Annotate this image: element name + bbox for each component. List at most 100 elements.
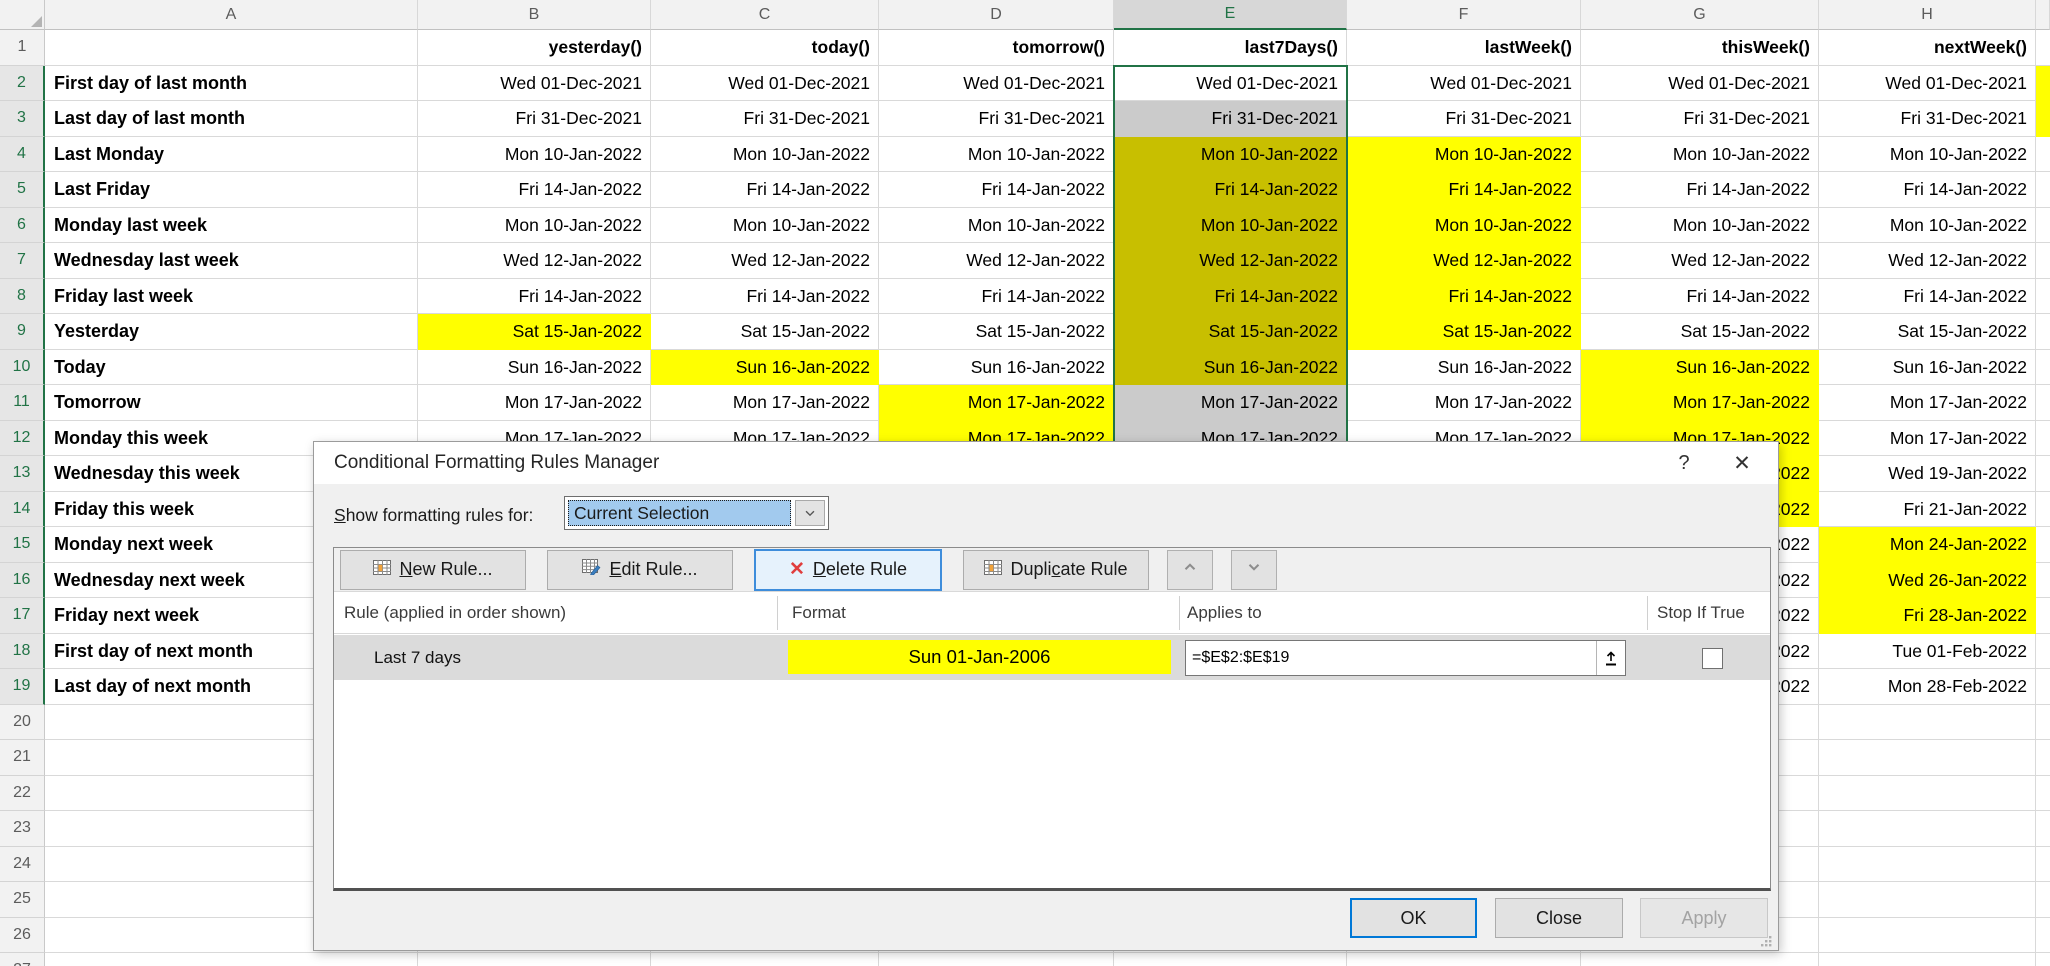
cell-G4[interactable]: Mon 10-Jan-2022 [1581,137,1819,173]
row-header-8[interactable]: 8 [0,279,45,315]
row-header-12[interactable]: 12 [0,421,45,457]
cell-D11[interactable]: Mon 17-Jan-2022 [879,385,1114,421]
cell-H1[interactable]: nextWeek() [1819,30,2036,66]
cell-D5[interactable]: Fri 14-Jan-2022 [879,172,1114,208]
column-header-I[interactable] [2036,0,2050,30]
row-header-22[interactable]: 22 [0,776,45,812]
delete-rule-button[interactable]: ✕ Delete Rule [754,549,942,591]
cell-H14[interactable]: Fri 21-Jan-2022 [1819,492,2036,528]
row-header-16[interactable]: 16 [0,563,45,599]
cell-B7[interactable]: Wed 12-Jan-2022 [418,243,651,279]
cell-B4[interactable]: Mon 10-Jan-2022 [418,137,651,173]
cell-A3[interactable]: Last day of last month [45,101,418,137]
cell-G2[interactable]: Wed 01-Dec-2021 [1581,66,1819,102]
cell-E6[interactable]: Mon 10-Jan-2022 [1114,208,1347,244]
row-header-26[interactable]: 26 [0,918,45,954]
cell-C5[interactable]: Fri 14-Jan-2022 [651,172,879,208]
row-header-19[interactable]: 19 [0,669,45,705]
row-header-21[interactable]: 21 [0,740,45,776]
close-icon[interactable]: ✕ [1720,442,1764,484]
cell-H6[interactable]: Mon 10-Jan-2022 [1819,208,2036,244]
cell-F9[interactable]: Sat 15-Jan-2022 [1347,314,1581,350]
cell-B10[interactable]: Sun 16-Jan-2022 [418,350,651,386]
cell-B9[interactable]: Sat 15-Jan-2022 [418,314,651,350]
cell-H10[interactable]: Sun 16-Jan-2022 [1819,350,2036,386]
cell-H13[interactable]: Wed 19-Jan-2022 [1819,456,2036,492]
cell-A7[interactable]: Wednesday last week [45,243,418,279]
cell-H17[interactable]: Fri 28-Jan-2022 [1819,598,2036,634]
row-header-7[interactable]: 7 [0,243,45,279]
apply-button[interactable]: Apply [1640,898,1768,938]
cell-C7[interactable]: Wed 12-Jan-2022 [651,243,879,279]
edit-rule-button[interactable]: Edit Rule... [547,550,733,590]
cell-F7[interactable]: Wed 12-Jan-2022 [1347,243,1581,279]
cell-D4[interactable]: Mon 10-Jan-2022 [879,137,1114,173]
row-header-6[interactable]: 6 [0,208,45,244]
applies-to-input[interactable] [1186,641,1596,675]
close-button[interactable]: Close [1495,898,1623,938]
select-all-corner[interactable] [0,0,45,30]
cell-G9[interactable]: Sat 15-Jan-2022 [1581,314,1819,350]
row-header-27[interactable]: 27 [0,953,45,966]
cell-E10[interactable]: Sun 16-Jan-2022 [1114,350,1347,386]
cell-D8[interactable]: Fri 14-Jan-2022 [879,279,1114,315]
column-header-H[interactable]: H [1819,0,2036,30]
resize-grip[interactable] [1759,932,1773,946]
cell-B11[interactable]: Mon 17-Jan-2022 [418,385,651,421]
row-header-2[interactable]: 2 [0,66,45,102]
column-header-B[interactable]: B [418,0,651,30]
row-header-17[interactable]: 17 [0,598,45,634]
column-header-C[interactable]: C [651,0,879,30]
cell-F10[interactable]: Sun 16-Jan-2022 [1347,350,1581,386]
move-rule-up-button[interactable] [1167,550,1213,590]
cell-A10[interactable]: Today [45,350,418,386]
move-rule-down-button[interactable] [1231,550,1277,590]
cell-H7[interactable]: Wed 12-Jan-2022 [1819,243,2036,279]
cell-F11[interactable]: Mon 17-Jan-2022 [1347,385,1581,421]
cell-F4[interactable]: Mon 10-Jan-2022 [1347,137,1581,173]
cell-A4[interactable]: Last Monday [45,137,418,173]
row-header-3[interactable]: 3 [0,101,45,137]
chevron-down-icon[interactable] [795,500,825,526]
cell-C11[interactable]: Mon 17-Jan-2022 [651,385,879,421]
cell-C4[interactable]: Mon 10-Jan-2022 [651,137,879,173]
cell-E5[interactable]: Fri 14-Jan-2022 [1114,172,1347,208]
cell-E4[interactable]: Mon 10-Jan-2022 [1114,137,1347,173]
cell-G8[interactable]: Fri 14-Jan-2022 [1581,279,1819,315]
cell-A2[interactable]: First day of last month [45,66,418,102]
cell-D6[interactable]: Mon 10-Jan-2022 [879,208,1114,244]
cell-A5[interactable]: Last Friday [45,172,418,208]
cell-C6[interactable]: Mon 10-Jan-2022 [651,208,879,244]
row-header-24[interactable]: 24 [0,847,45,883]
column-header-A[interactable]: A [45,0,418,30]
column-header-D[interactable]: D [879,0,1114,30]
cell-G7[interactable]: Wed 12-Jan-2022 [1581,243,1819,279]
cell-E3[interactable]: Fri 31-Dec-2021 [1114,101,1347,137]
cell-E2[interactable]: Wed 01-Dec-2021 [1114,66,1347,102]
column-header-F[interactable]: F [1347,0,1581,30]
ok-button[interactable]: OK [1350,898,1477,938]
cell-G11[interactable]: Mon 17-Jan-2022 [1581,385,1819,421]
cell-C1[interactable]: today() [651,30,879,66]
row-header-4[interactable]: 4 [0,137,45,173]
cell-B5[interactable]: Fri 14-Jan-2022 [418,172,651,208]
row-header-18[interactable]: 18 [0,634,45,670]
column-header-E[interactable]: E [1114,0,1347,30]
row-header-23[interactable]: 23 [0,811,45,847]
stop-if-true-checkbox[interactable] [1702,648,1723,669]
cell-C2[interactable]: Wed 01-Dec-2021 [651,66,879,102]
cell-C10[interactable]: Sun 16-Jan-2022 [651,350,879,386]
cell-H3[interactable]: Fri 31-Dec-2021 [1819,101,2036,137]
cell-G6[interactable]: Mon 10-Jan-2022 [1581,208,1819,244]
cell-F1[interactable]: lastWeek() [1347,30,1581,66]
cell-H12[interactable]: Mon 17-Jan-2022 [1819,421,2036,457]
cell-D2[interactable]: Wed 01-Dec-2021 [879,66,1114,102]
cell-H11[interactable]: Mon 17-Jan-2022 [1819,385,2036,421]
duplicate-rule-button[interactable]: Duplicate Rule [963,550,1149,590]
cell-B6[interactable]: Mon 10-Jan-2022 [418,208,651,244]
cell-B1[interactable]: yesterday() [418,30,651,66]
row-header-5[interactable]: 5 [0,172,45,208]
row-header-20[interactable]: 20 [0,705,45,741]
cell-E7[interactable]: Wed 12-Jan-2022 [1114,243,1347,279]
cell-H9[interactable]: Sat 15-Jan-2022 [1819,314,2036,350]
